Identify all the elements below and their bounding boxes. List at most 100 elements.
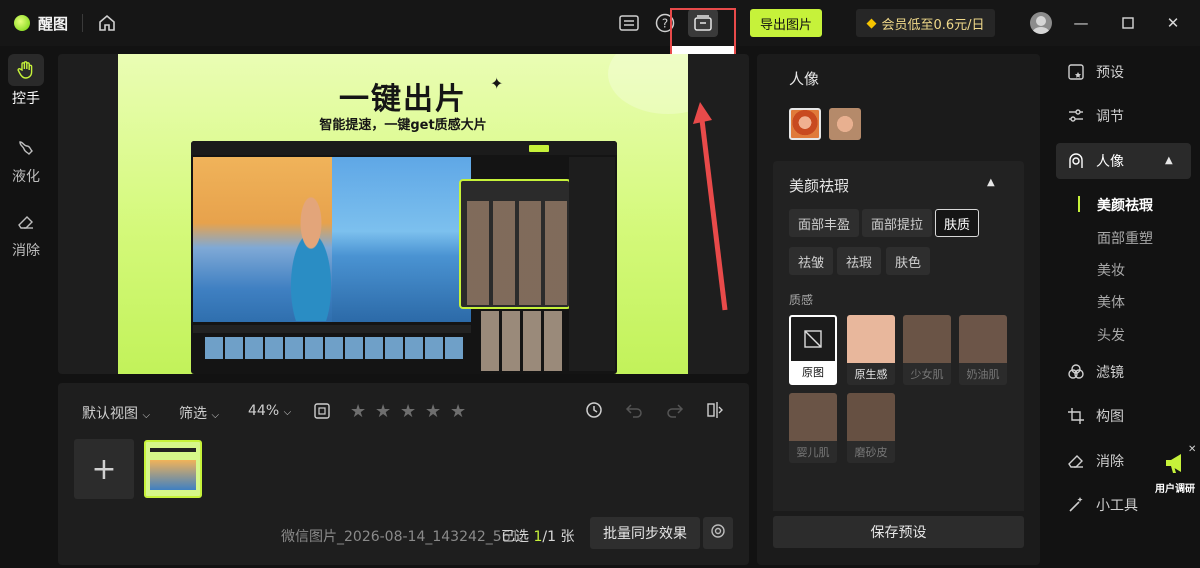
texture-swatch [847,393,895,441]
nav-portrait[interactable]: 人像 [1066,150,1124,172]
nav-tools[interactable]: 小工具 [1066,494,1138,516]
view-mode-dropdown[interactable]: 默认视图 ⌵ [82,403,150,423]
nav-label: 小工具 [1096,498,1138,514]
export-image-button[interactable]: 导出图片 [750,9,822,37]
nav-adjust[interactable]: 调节 [1066,105,1124,127]
poster-image: 一键出片 ✦ 智能提速，一键get质感大片 [118,54,688,374]
home-icon[interactable] [96,12,118,34]
chip-wrinkle[interactable]: 祛皱 [789,247,834,275]
nav-label: 预设 [1096,65,1124,81]
vip-text: 会员低至0.6元/日 [881,17,985,33]
texture-girl-skin[interactable]: 少女肌 [903,315,951,385]
adjust-icon [1066,106,1086,126]
filter-icon [1066,362,1086,382]
texture-natural[interactable]: 原生感 [847,315,895,385]
nav-preset[interactable]: 预设 [1066,61,1124,83]
mock-toolbar [193,325,471,333]
nav-label: 调节 [1096,109,1124,125]
collapse-icon[interactable]: ▲ [987,177,995,188]
hand-icon [8,54,44,86]
zoom-dropdown[interactable]: 44% ⌵ [248,403,291,419]
rating-star-3[interactable]: ★ [400,401,416,422]
texture-cream-skin[interactable]: 奶油肌 [959,315,1007,385]
collapse-icon[interactable]: ▲ [1165,155,1173,166]
texture-label: 少女肌 [910,368,944,381]
rating-star-2[interactable]: ★ [375,401,391,422]
add-image-button[interactable]: + [74,439,134,499]
nav-eraser[interactable]: 消除 [1066,450,1124,472]
user-survey-widget[interactable]: ✕ 用户调研 [1150,444,1200,496]
crop-icon [1066,406,1086,426]
texture-swatch [847,315,895,363]
subnav-hair[interactable]: 头发 [1097,325,1125,345]
thumb-title [150,448,196,452]
rating-star-5[interactable]: ★ [450,401,466,422]
tool-label: 控手 [12,91,40,107]
batch-sync-button[interactable]: 批量同步效果 [590,517,700,549]
portrait-icon [1066,151,1086,171]
face-thumb-2[interactable] [829,108,861,140]
subnav-face-reshape[interactable]: 面部重塑 [1097,228,1153,248]
eraser-icon [8,206,44,238]
compare-split-icon[interactable] [706,401,724,423]
history-icon[interactable] [585,401,603,423]
maximize-icon[interactable] [1117,12,1139,34]
tool-eraser[interactable]: 消除 [0,206,52,260]
shortcut-keyboard-icon[interactable] [618,12,640,34]
subnav-beauty[interactable]: 美颜祛瑕 [1097,195,1153,215]
texture-label: 原图 [802,366,824,379]
nav-crop[interactable]: 构图 [1066,405,1124,427]
subnav-body[interactable]: 美体 [1097,292,1125,312]
rating-star-4[interactable]: ★ [425,401,441,422]
chip-skin-tone[interactable]: 肤色 [886,247,931,275]
nav-label: 人像 [1096,154,1124,170]
poster-title: 一键出片 [339,82,467,117]
minimize-icon[interactable]: — [1070,12,1092,34]
original-swatch [791,317,835,361]
image-thumbnail[interactable] [144,440,202,498]
texture-baby-skin[interactable]: 婴儿肌 [789,393,837,463]
eraser-icon [1066,451,1086,471]
chip-blemish[interactable]: 祛瑕 [837,247,882,275]
tool-liquify[interactable]: 液化 [0,132,52,186]
texture-label: 磨砂皮 [854,446,888,459]
face-thumb-1[interactable] [789,108,821,140]
embedded-screenshot [191,141,617,374]
mock-export-button [529,145,549,152]
app-logo [14,15,30,31]
megaphone-icon [1162,450,1188,476]
nav-label: 消除 [1096,454,1124,470]
save-preset-button[interactable]: 保存预设 [773,516,1024,548]
texture-original[interactable]: 原图 [789,315,837,385]
close-icon[interactable]: ✕ [1188,444,1196,455]
undo-icon[interactable] [625,401,643,423]
filmstrip-panel: 默认视图 ⌵ 筛选 ⌵ 44% ⌵ ★ ★ ★ ★ ★ + 微信图片_2026-… [58,383,749,565]
rating-star-1[interactable]: ★ [350,401,366,422]
mock-popup-grid [467,201,567,305]
selection-count: 已选 1/1 张 [501,526,574,546]
redo-icon[interactable] [666,401,684,423]
vip-button[interactable]: ◆ 会员低至0.6元/日 [856,9,995,37]
canvas-panel[interactable]: 一键出片 ✦ 智能提速，一键get质感大片 [58,54,749,374]
subnav-makeup[interactable]: 美妆 [1097,260,1125,280]
chip-face-fill[interactable]: 面部丰盈 [789,209,860,237]
batch-settings-button[interactable] [703,517,733,549]
texture-label: 奶油肌 [966,368,1000,381]
diamond-icon: ◆ [866,15,877,31]
fit-screen-icon[interactable] [314,403,330,423]
filter-label: 筛选 [179,406,207,422]
no-effect-icon [804,330,822,348]
chip-face-lift[interactable]: 面部提拉 [862,209,933,237]
tool-hand[interactable]: 控手 [0,54,52,108]
nav-label: 构图 [1096,409,1124,425]
texture-matte-skin[interactable]: 磨砂皮 [847,393,895,463]
chip-skin-texture[interactable]: 肤质 [935,209,980,237]
avatar[interactable] [1030,12,1052,34]
chevron-down-icon: ⌵ [142,410,151,421]
thumb-photo [150,460,196,490]
close-icon[interactable]: ✕ [1162,12,1184,34]
filter-dropdown[interactable]: 筛选 ⌵ [179,403,219,423]
svg-text:?: ? [662,17,668,31]
survey-label: 用户调研 [1155,484,1195,495]
nav-filter[interactable]: 滤镜 [1066,361,1124,383]
